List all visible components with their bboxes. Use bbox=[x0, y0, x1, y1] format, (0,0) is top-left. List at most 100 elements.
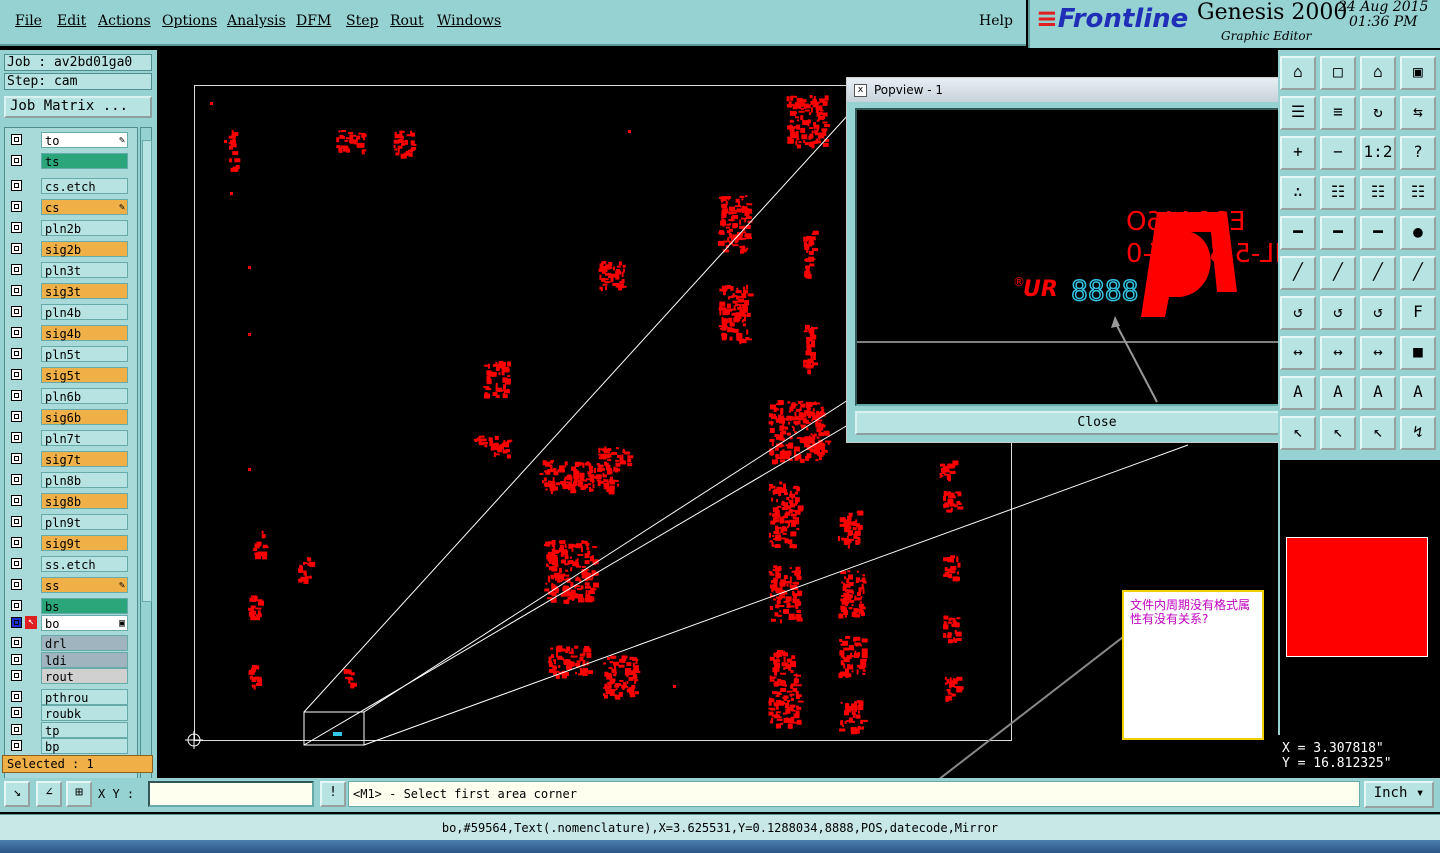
layer-name[interactable]: pln7t bbox=[41, 430, 128, 446]
scroll-thumb[interactable] bbox=[142, 140, 152, 602]
align3-icon[interactable]: ↔ bbox=[1360, 336, 1396, 370]
layer-checkbox[interactable] bbox=[11, 474, 22, 485]
layer-name[interactable]: ss.etch bbox=[41, 556, 128, 572]
layer-checkbox[interactable] bbox=[11, 155, 22, 166]
select2-icon[interactable]: ↖ bbox=[1320, 416, 1356, 450]
layer-checkbox[interactable] bbox=[11, 495, 22, 506]
layer-name[interactable]: pln6b bbox=[41, 388, 128, 404]
layer-checkbox[interactable] bbox=[11, 222, 22, 233]
layers-icon[interactable]: ☰ bbox=[1280, 96, 1316, 130]
layer-name[interactable]: sig8b bbox=[41, 493, 128, 509]
layer-checkbox[interactable] bbox=[11, 723, 22, 735]
layer-checkbox[interactable] bbox=[11, 707, 22, 718]
features-icon[interactable]: F bbox=[1400, 296, 1436, 330]
measure4-icon[interactable]: A bbox=[1400, 376, 1436, 410]
layer-name[interactable]: bs bbox=[41, 598, 128, 614]
layer-name[interactable]: pln8b bbox=[41, 472, 128, 488]
align-icon[interactable]: ↔ bbox=[1280, 336, 1316, 370]
layer-row-sig9t[interactable]: sig9t bbox=[7, 535, 135, 551]
layer-scrollbar[interactable] bbox=[140, 127, 152, 798]
layer-row-sig7t[interactable]: sig7t bbox=[7, 451, 135, 467]
measure-icon[interactable]: A bbox=[1280, 376, 1316, 410]
layer-row-ss[interactable]: ss ✎ bbox=[7, 577, 135, 593]
select3-icon[interactable]: ↖ bbox=[1360, 416, 1396, 450]
layer-row-tp[interactable]: tp bbox=[7, 721, 135, 738]
layer-name[interactable]: sig2b bbox=[41, 241, 128, 257]
layer-checkbox[interactable] bbox=[11, 243, 22, 254]
xy-input[interactable] bbox=[148, 781, 314, 807]
align2-icon[interactable]: ↔ bbox=[1320, 336, 1356, 370]
layer-name[interactable]: roubk bbox=[41, 705, 128, 721]
layer-name[interactable]: pln5t bbox=[41, 346, 128, 362]
menu-options[interactable]: Options bbox=[162, 13, 217, 29]
layer-row-pln8b[interactable]: pln8b bbox=[7, 472, 135, 488]
layer-name[interactable]: pln2b bbox=[41, 220, 128, 236]
units-selector[interactable]: Inch ▾ bbox=[1364, 781, 1434, 808]
ruler2-icon[interactable]: ━ bbox=[1320, 216, 1356, 250]
layer-row-cs-etch[interactable]: cs.etch bbox=[7, 178, 135, 194]
link-icon[interactable]: ╱ bbox=[1400, 256, 1436, 290]
layer-row-rout[interactable]: rout bbox=[7, 668, 135, 684]
layer-row-sig2b[interactable]: sig2b bbox=[7, 241, 135, 257]
select-icon[interactable]: ↖ bbox=[1280, 416, 1316, 450]
layer-name[interactable]: rout bbox=[41, 668, 128, 684]
layer-name[interactable]: sig3t bbox=[41, 283, 128, 299]
layer-checkbox[interactable] bbox=[11, 558, 22, 569]
window-icon[interactable]: □ bbox=[1320, 56, 1356, 90]
alert-icon[interactable]: ! bbox=[320, 781, 346, 807]
layer-name[interactable]: to ✎ bbox=[41, 132, 128, 148]
layer-checkbox[interactable] bbox=[11, 579, 22, 590]
layer-row-pln9t[interactable]: pln9t bbox=[7, 514, 135, 530]
menu-rout[interactable]: Rout bbox=[390, 13, 424, 29]
layer-row-bs[interactable]: bs bbox=[7, 598, 135, 614]
layer-row-pln7t[interactable]: pln7t bbox=[7, 430, 135, 446]
layer-checkbox[interactable] bbox=[11, 201, 22, 212]
layer-checkbox[interactable] bbox=[11, 453, 22, 464]
layer-checkbox[interactable] bbox=[11, 306, 22, 317]
ruler-icon[interactable]: ━ bbox=[1280, 216, 1316, 250]
layer-checkbox[interactable] bbox=[11, 670, 22, 681]
home-icon[interactable]: ⌂ bbox=[1280, 56, 1316, 90]
layer-name[interactable]: pln4b bbox=[41, 304, 128, 320]
layer-checkbox[interactable] bbox=[11, 432, 22, 443]
layer-checkbox[interactable] bbox=[11, 616, 22, 628]
layer-checkbox[interactable] bbox=[11, 180, 22, 191]
layer-checkbox[interactable] bbox=[11, 411, 22, 422]
layer-name[interactable]: drl bbox=[41, 635, 128, 651]
layer-name[interactable]: ldi bbox=[41, 651, 128, 668]
question-icon[interactable]: ? bbox=[1400, 136, 1436, 170]
rotate-icon[interactable]: ↻ bbox=[1360, 96, 1396, 130]
drc-icon[interactable]: ☷ bbox=[1320, 176, 1356, 210]
layer-checkbox[interactable] bbox=[11, 600, 22, 611]
line-icon[interactable]: ╱ bbox=[1280, 256, 1316, 290]
measure2-icon[interactable]: A bbox=[1320, 376, 1356, 410]
zoom-in-icon[interactable]: + bbox=[1280, 136, 1316, 170]
layer-name[interactable]: sig6b bbox=[41, 409, 128, 425]
measure3-icon[interactable]: A bbox=[1360, 376, 1396, 410]
layer-name[interactable]: cs.etch bbox=[41, 178, 128, 194]
layer-checkbox[interactable] bbox=[11, 390, 22, 401]
layer-name[interactable]: sig9t bbox=[41, 535, 128, 551]
layer-row-sig8b[interactable]: sig8b bbox=[7, 493, 135, 509]
undo-icon[interactable]: ↺ bbox=[1320, 296, 1356, 330]
popview-titlebar[interactable]: x Popview - 1 ✕ bbox=[847, 78, 1347, 102]
menu-step[interactable]: Step bbox=[346, 13, 378, 29]
layer-row-sig3t[interactable]: sig3t bbox=[7, 283, 135, 299]
layer-name[interactable]: bp bbox=[41, 738, 128, 754]
layer-name[interactable]: cs ✎ bbox=[41, 199, 128, 215]
arc-icon[interactable]: ↺ bbox=[1280, 296, 1316, 330]
layer-checkbox[interactable] bbox=[11, 285, 22, 296]
layer-checkbox[interactable] bbox=[11, 690, 22, 702]
layer-row-pln3t[interactable]: pln3t bbox=[7, 262, 135, 278]
menu-analysis[interactable]: Analysis bbox=[227, 13, 286, 29]
line3-icon[interactable]: ╱ bbox=[1360, 256, 1396, 290]
layer-row-sig5t[interactable]: sig5t bbox=[7, 367, 135, 383]
dot-icon[interactable]: ● bbox=[1400, 216, 1436, 250]
menu-windows[interactable]: Windows bbox=[437, 13, 501, 29]
line2-icon[interactable]: ╱ bbox=[1320, 256, 1356, 290]
layer-row-bp[interactable]: bp bbox=[7, 738, 135, 754]
menu-edit[interactable]: Edit bbox=[57, 13, 86, 29]
menu-file[interactable]: File bbox=[15, 13, 42, 29]
layer-checkbox[interactable] bbox=[11, 134, 22, 145]
shapes-icon[interactable]: ■ bbox=[1400, 336, 1436, 370]
